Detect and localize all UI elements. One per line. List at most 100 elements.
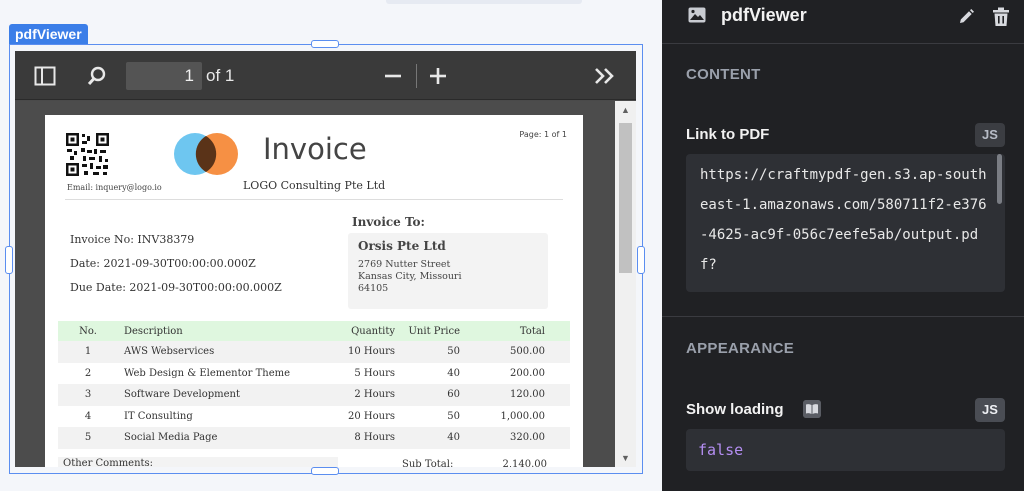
canvas: pdfViewer 1 of 1 ▲ ▼ Email: inquery@logo…: [0, 0, 662, 491]
pdf-viewer: 1 of 1 ▲ ▼ Email: inquery@logo.io Invoic…: [15, 51, 636, 467]
company-logo-icon: [174, 133, 238, 175]
image-widget-icon: [688, 7, 706, 23]
show-loading-input[interactable]: false: [686, 429, 1005, 471]
pencil-icon[interactable]: [957, 8, 975, 26]
widget-title[interactable]: pdfViewer: [721, 5, 807, 26]
page-number-input[interactable]: 1: [126, 62, 202, 90]
table-row: 4 IT Consulting 20 Hours 50 1,000.00: [58, 406, 570, 428]
cell-unit-price: 60: [395, 384, 460, 406]
book-icon[interactable]: [803, 400, 821, 418]
content-section-label[interactable]: CONTENT: [686, 66, 761, 83]
cell-description: IT Consulting: [124, 410, 193, 422]
toolbar-separator: [416, 64, 417, 88]
cell-quantity: 2 Hours: [333, 384, 395, 406]
cell-unit-price: 40: [395, 427, 460, 449]
table-row: 1 AWS Webservices 10 Hours 50 500.00: [58, 341, 570, 363]
widget-ghost: [386, 0, 582, 4]
cell-quantity: 10 Hours: [333, 341, 395, 363]
sub-total-value: 2,140.00: [502, 459, 547, 467]
table-header-row: No. Description Quantity Unit Price Tota…: [58, 321, 570, 341]
cell-unit-price: 50: [447, 410, 460, 422]
column-header-description: Description: [118, 321, 333, 341]
resize-handle-bottom[interactable]: [311, 467, 339, 475]
trash-icon[interactable]: [992, 7, 1010, 27]
cell-description: Web Design & Elementor Theme: [124, 367, 291, 379]
pdf-page: Email: inquery@logo.io Invoice LOGO Cons…: [45, 115, 583, 467]
zoom-in-button[interactable]: [428, 63, 448, 89]
cell-quantity: 5 Hours: [354, 367, 395, 379]
scroll-up-icon[interactable]: ▲: [615, 101, 636, 119]
property-pane-header: pdfViewer: [662, 0, 1024, 44]
column-header-total: Total: [460, 321, 570, 341]
invoice-items-table: No. Description Quantity Unit Price Tota…: [58, 321, 570, 449]
invoice-to-box: Orsis Pte Ltd 2769 Nutter Street Kansas …: [348, 233, 548, 309]
sub-total-label: Sub Total:: [402, 459, 454, 467]
invoice-due-date: Due Date: 2021-09-30T00:00:00.000Z: [70, 281, 282, 294]
cell-description: Social Media Page: [118, 427, 333, 449]
resize-handle-top[interactable]: [311, 40, 339, 48]
viewer-scrollbar[interactable]: ▲ ▼: [615, 101, 636, 467]
tools-menu-button[interactable]: [593, 63, 617, 89]
client-name: Orsis Pte Ltd: [358, 239, 446, 253]
cell-total: 200.00: [510, 367, 545, 379]
resize-handle-right[interactable]: [637, 246, 645, 274]
qr-code-icon: [65, 132, 110, 177]
cell-no: 3: [58, 384, 118, 406]
pdf-page-number: Page: 1 of 1: [519, 130, 567, 139]
show-loading-label: Show loading: [686, 401, 784, 418]
property-pane: pdfViewer CONTENT Link to PDF JS https:/…: [662, 0, 1024, 491]
table-row: 2 Web Design & Elementor Theme 5 Hours 4…: [58, 363, 570, 385]
cell-total: 1,000.00: [500, 410, 545, 422]
client-address-line: 2769 Nutter Street: [358, 259, 451, 270]
cell-no: 1: [58, 341, 118, 363]
page-count-label: of 1: [206, 66, 235, 85]
invoice-date: Date: 2021-09-30T00:00:00.000Z: [70, 257, 256, 270]
viewer-toolbar: 1 of 1: [15, 51, 636, 100]
sidebar-toggle-button[interactable]: [33, 63, 57, 89]
link-to-pdf-input[interactable]: https://craftmypdf-gen.s3.ap-southeast-1…: [686, 154, 1005, 292]
column-header-quantity: Quantity: [333, 321, 395, 341]
link-to-pdf-label: Link to PDF: [686, 126, 770, 143]
cell-description: AWS Webservices: [118, 341, 333, 363]
url-scrollbar[interactable]: [997, 154, 1002, 204]
column-header-no: No.: [58, 321, 118, 341]
invoice-title: Invoice: [263, 132, 367, 166]
find-button[interactable]: [85, 63, 109, 89]
company-name: LOGO Consulting Pte Ltd: [243, 179, 386, 192]
js-toggle-show-loading[interactable]: JS: [975, 398, 1005, 422]
cell-no: 5: [58, 427, 118, 449]
section-divider: [662, 316, 1024, 317]
appearance-section-label[interactable]: APPEARANCE: [686, 340, 794, 357]
cell-quantity: 8 Hours: [333, 427, 395, 449]
invoice-number: Invoice No: INV38379: [70, 233, 195, 246]
client-address-line: 64105: [358, 283, 389, 294]
zoom-out-icon: [385, 74, 401, 78]
cell-no: 4: [84, 410, 92, 422]
more-tools-icon: [595, 68, 614, 84]
zoom-in-icon: [430, 68, 446, 84]
cell-unit-price: 50: [395, 341, 460, 363]
resize-handle-left[interactable]: [5, 246, 13, 274]
js-toggle-link[interactable]: JS: [975, 123, 1005, 147]
cell-unit-price: 40: [447, 367, 460, 379]
cell-no: 2: [84, 367, 92, 379]
widget-name-tag[interactable]: pdfViewer: [9, 24, 88, 44]
header-divider: [65, 199, 563, 200]
column-header-unit-price: Unit Price: [395, 321, 460, 341]
zoom-out-button[interactable]: [383, 63, 403, 89]
other-comments-label: Other Comments:: [63, 458, 154, 467]
cell-description: Software Development: [118, 384, 333, 406]
cell-quantity: 20 Hours: [348, 410, 395, 422]
cell-total: 120.00: [460, 384, 570, 406]
invoice-to-title: Invoice To:: [352, 215, 425, 229]
client-address-line: Kansas City, Missouri: [358, 271, 462, 282]
cell-total: 320.00: [460, 427, 570, 449]
company-email: Email: inquery@logo.io: [67, 183, 162, 192]
scrollbar-thumb[interactable]: [619, 123, 632, 273]
scroll-down-icon[interactable]: ▼: [615, 449, 636, 467]
search-icon: [87, 66, 106, 86]
sidebar-icon: [34, 66, 56, 86]
cell-total: 500.00: [460, 341, 570, 363]
table-row: 5 Social Media Page 8 Hours 40 320.00: [58, 427, 570, 449]
table-row: 3 Software Development 2 Hours 60 120.00: [58, 384, 570, 406]
